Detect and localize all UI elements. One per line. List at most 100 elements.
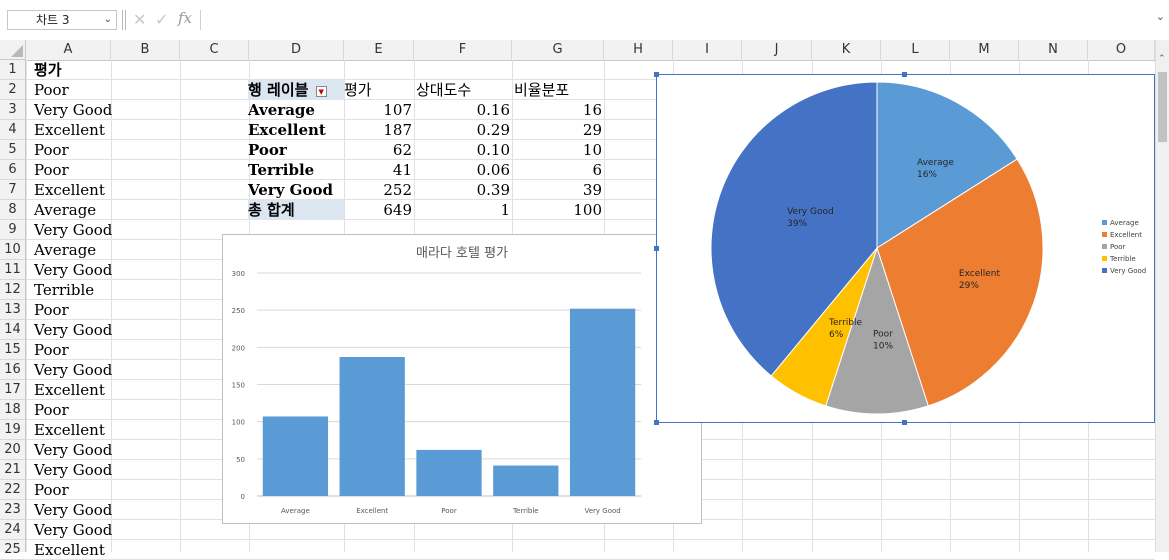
row-header-3[interactable]: 3 — [0, 100, 25, 120]
column-a-cell[interactable]: Excellent — [34, 120, 105, 140]
column-a-cell[interactable]: Poor — [34, 400, 69, 420]
check-icon[interactable]: ✓ — [155, 10, 168, 30]
bar-poor[interactable] — [416, 449, 482, 496]
column-header-l[interactable]: L — [881, 40, 950, 60]
resize-handle-top[interactable] — [902, 72, 907, 77]
column-header-i[interactable]: I — [673, 40, 742, 60]
row-header-4[interactable]: 4 — [0, 120, 25, 140]
row-header-22[interactable]: 22 — [0, 480, 25, 500]
pivot-row-relative[interactable]: 0.39 — [416, 180, 510, 200]
row-header-23[interactable]: 23 — [0, 500, 25, 520]
column-a-cell[interactable]: Poor — [34, 340, 69, 360]
bar-terrible[interactable] — [493, 465, 559, 496]
formula-input[interactable] — [200, 10, 1155, 30]
column-a-cell[interactable]: Very Good — [34, 260, 112, 280]
row-header-14[interactable]: 14 — [0, 320, 25, 340]
row-header-11[interactable]: 11 — [0, 260, 25, 280]
cancel-icon[interactable]: ✕ — [133, 10, 146, 30]
pivot-total-count[interactable]: 649 — [344, 200, 412, 220]
column-a-cell[interactable]: Poor — [34, 140, 69, 160]
pivot-header-count[interactable]: 평가 — [344, 80, 414, 100]
row-header-17[interactable]: 17 — [0, 380, 25, 400]
column-header-e[interactable]: E — [344, 40, 414, 60]
column-a-cell[interactable]: Very Good — [34, 440, 112, 460]
bar-chart[interactable]: 매라다 호텔 평가 0 50 100 150 200 250 300 Average Exce… — [222, 234, 702, 524]
column-a-cell[interactable]: Poor — [34, 80, 69, 100]
pivot-row-count[interactable]: 41 — [344, 160, 412, 180]
pivot-row-percent[interactable]: 6 — [514, 160, 602, 180]
pivot-row-label[interactable]: Excellent — [248, 120, 344, 140]
row-header-8[interactable]: 8 — [0, 200, 25, 220]
row-header-12[interactable]: 12 — [0, 280, 25, 300]
column-header-h[interactable]: H — [604, 40, 673, 60]
pivot-row-count[interactable]: 187 — [344, 120, 412, 140]
column-a-cell[interactable]: Very Good — [34, 460, 112, 480]
column-header-k[interactable]: K — [812, 40, 881, 60]
resize-handle-bottom-left[interactable] — [654, 420, 659, 425]
column-header-n[interactable]: N — [1019, 40, 1088, 60]
pivot-row-percent[interactable]: 39 — [514, 180, 602, 200]
pivot-row-label[interactable]: Poor — [248, 140, 344, 160]
column-a-cell[interactable]: Excellent — [34, 180, 105, 200]
bar-very-good[interactable] — [569, 308, 636, 496]
vertical-scrollbar[interactable]: ⌃ — [1155, 40, 1169, 552]
pivot-row-count[interactable]: 62 — [344, 140, 412, 160]
filter-dropdown-icon[interactable]: ▼ — [315, 85, 327, 97]
pivot-row-label[interactable]: Average — [248, 100, 344, 120]
pivot-row-relative[interactable]: 0.10 — [416, 140, 510, 160]
column-a-cell[interactable]: Average — [34, 200, 96, 220]
column-header-a[interactable]: A — [26, 40, 111, 60]
column-a-cell[interactable]: Excellent — [34, 540, 105, 560]
column-a-cell[interactable]: Very Good — [34, 360, 112, 380]
row-header-2[interactable]: 2 — [0, 80, 25, 100]
row-header-1[interactable]: 1 — [0, 60, 25, 80]
scroll-up-icon[interactable]: ⌃ — [1158, 54, 1166, 64]
column-header-d[interactable]: D — [249, 40, 344, 60]
pivot-header-percent[interactable]: 비율분포 — [514, 80, 604, 100]
column-a-cell[interactable]: Very Good — [34, 500, 112, 520]
select-all-corner[interactable] — [0, 40, 26, 60]
row-header-24[interactable]: 24 — [0, 520, 25, 540]
resize-handle-bottom[interactable] — [902, 420, 907, 425]
column-a-cell[interactable]: Very Good — [34, 320, 112, 340]
column-a-cell[interactable]: Poor — [34, 480, 69, 500]
column-header-j[interactable]: J — [742, 40, 812, 60]
column-a-cell[interactable]: Very Good — [34, 220, 112, 240]
pivot-total-percent[interactable]: 100 — [514, 200, 602, 220]
row-header-15[interactable]: 15 — [0, 340, 25, 360]
column-a-cell[interactable]: Terrible — [34, 280, 94, 300]
column-header-m[interactable]: M — [950, 40, 1019, 60]
chevron-down-icon[interactable]: ⌄ — [104, 11, 112, 29]
pivot-row-count[interactable]: 107 — [344, 100, 412, 120]
pivot-row-count[interactable]: 252 — [344, 180, 412, 200]
function-icon[interactable]: fx — [178, 9, 192, 27]
row-header-21[interactable]: 21 — [0, 460, 25, 480]
pivot-row-relative[interactable]: 0.06 — [416, 160, 510, 180]
column-header-g[interactable]: G — [512, 40, 604, 60]
resize-handle-top-left[interactable] — [654, 72, 659, 77]
pivot-row-label[interactable]: Terrible — [248, 160, 344, 180]
row-header-16[interactable]: 16 — [0, 360, 25, 380]
row-header-25[interactable]: 25 — [0, 540, 25, 560]
row-header-6[interactable]: 6 — [0, 160, 25, 180]
pivot-row-percent[interactable]: 10 — [514, 140, 602, 160]
pivot-total-label[interactable]: 총 합계 — [248, 200, 344, 220]
row-header-7[interactable]: 7 — [0, 180, 25, 200]
resize-handle-left[interactable] — [654, 246, 659, 251]
column-a-cell[interactable]: Very Good — [34, 100, 112, 120]
row-header-5[interactable]: 5 — [0, 140, 25, 160]
pivot-header-relative[interactable]: 상대도수 — [416, 80, 512, 100]
scrollbar-thumb[interactable] — [1158, 72, 1167, 142]
column-header-c[interactable]: C — [180, 40, 249, 60]
row-header-20[interactable]: 20 — [0, 440, 25, 460]
pivot-row-relative[interactable]: 0.16 — [416, 100, 510, 120]
row-header-9[interactable]: 9 — [0, 220, 25, 240]
row-header-10[interactable]: 10 — [0, 240, 25, 260]
expand-formula-icon[interactable]: ⌄ — [1156, 10, 1165, 23]
column-a-cell[interactable]: Excellent — [34, 380, 105, 400]
pie-chart[interactable]: Average 16% Excellent 29% Poor 10% Terrible 6% V… — [656, 74, 1155, 423]
row-header-18[interactable]: 18 — [0, 400, 25, 420]
pivot-total-relative[interactable]: 1 — [416, 200, 510, 220]
column-a-cell[interactable]: Average — [34, 240, 96, 260]
column-header-o[interactable]: O — [1088, 40, 1155, 60]
